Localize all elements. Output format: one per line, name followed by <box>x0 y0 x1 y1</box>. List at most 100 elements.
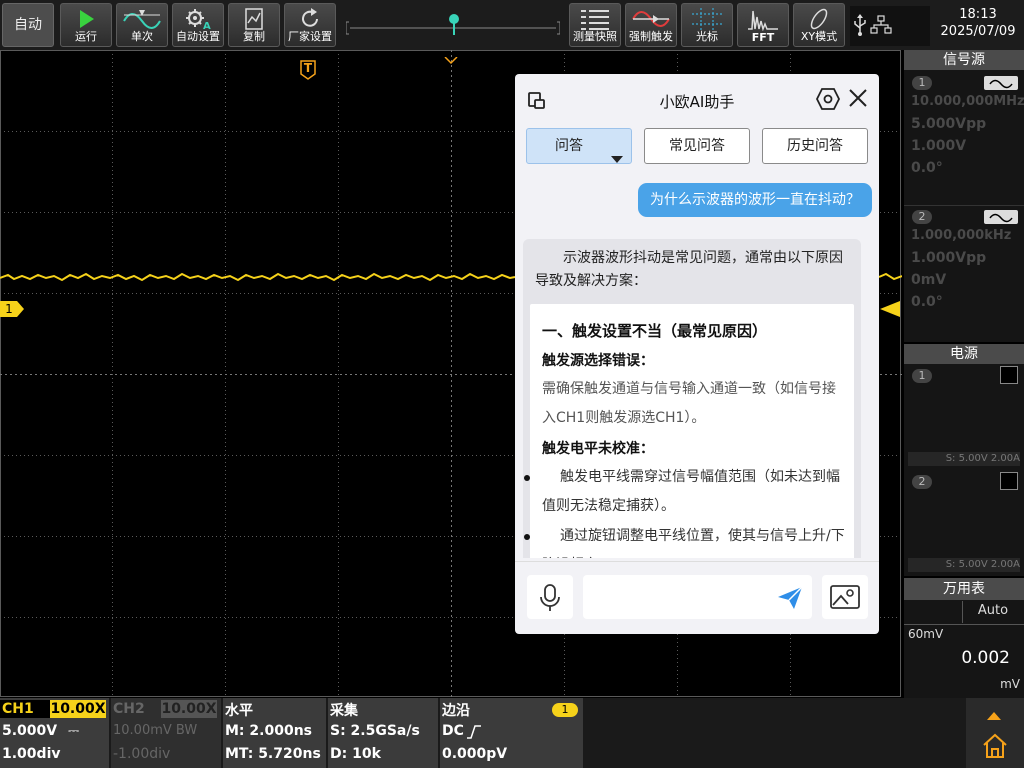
source2-phase: 0.0° <box>911 294 943 310</box>
tab-faq[interactable]: 常见问答 <box>644 128 750 164</box>
divider <box>515 561 879 562</box>
bottom-status-bar: CH1 10.00X 5.000V ⎓ 1.00div CH2 10.00X 1… <box>0 698 1024 768</box>
meter-value: 0.002 <box>961 648 1010 668</box>
clock: 18:13 2025/07/09 <box>936 6 1020 46</box>
run-button[interactable]: 运行 <box>60 3 112 47</box>
horizontal-block[interactable]: 水平 M: 2.000ns MT: 5.720ns <box>223 698 326 768</box>
close-icon[interactable] <box>848 88 868 112</box>
trigger-position-marker[interactable]: T <box>300 60 316 80</box>
force-trigger-button[interactable]: 强制触发 <box>625 3 677 47</box>
ch1-block[interactable]: CH1 10.00X 5.000V ⎓ 1.00div <box>0 698 109 768</box>
power2-number[interactable]: 2 <box>912 475 932 489</box>
microphone-icon <box>539 584 561 616</box>
bullet-item: 通过旋钮调整电平线位置，使其与信号上升/下降沿相交。 <box>524 522 846 558</box>
acquire-sample-rate: S: 2.5GSa/s <box>330 723 420 739</box>
ch1-waveform-tail <box>878 272 903 281</box>
measure-snapshot-button[interactable]: 测量快照 <box>569 3 621 47</box>
factory-settings-button[interactable]: 厂家设置 <box>284 3 336 47</box>
spectrum-icon <box>738 7 788 32</box>
meter-unit: mV <box>1000 677 1020 691</box>
meter-range: 60mV <box>908 627 944 641</box>
ch2-probe: 10.00X <box>161 700 217 718</box>
chevron-up-icon[interactable] <box>987 705 1001 724</box>
bullet-dot <box>524 475 530 481</box>
source1-offset: 1.000V <box>911 138 967 154</box>
chevron-down-icon <box>611 143 623 177</box>
ch1-offset-marker[interactable]: 1 <box>0 301 24 317</box>
power1-number[interactable]: 1 <box>912 369 932 383</box>
settings-hexagon-icon[interactable] <box>815 88 841 114</box>
power2-toggle[interactable] <box>1000 472 1018 490</box>
subheading-trigger-level: 触发电平未校准： <box>542 441 654 457</box>
message-input[interactable] <box>583 575 812 619</box>
divider <box>904 624 1024 625</box>
trigger-level: 0.000pV <box>442 746 508 762</box>
auto-button[interactable]: 自动 <box>2 3 54 47</box>
home-area <box>966 698 1024 768</box>
single-label: 单次 <box>131 30 153 43</box>
window-mode-icon[interactable] <box>527 91 547 115</box>
power2-setting: S: 5.00V 2.00A <box>908 558 1020 572</box>
source1-number[interactable]: 1 <box>912 76 932 90</box>
source1-phase: 0.0° <box>911 160 943 176</box>
source2-number[interactable]: 2 <box>912 210 932 224</box>
home-icon[interactable] <box>981 732 1009 764</box>
chat-scroll-area[interactable]: 示波器波形抖动是常见问题，通常由以下原因导致及解决方案： 一、触发设置不当（最常… <box>523 239 861 558</box>
cursor-button[interactable]: 光标 <box>681 3 733 47</box>
horizontal-center-marker <box>444 50 458 69</box>
horizontal-m: M: 2.000ns <box>225 723 312 739</box>
measure-label: 测量快照 <box>573 30 617 43</box>
power1-toggle[interactable] <box>1000 366 1018 384</box>
trigger-marker-label: T <box>303 61 313 75</box>
xy-label: XY模式 <box>800 30 838 43</box>
image-upload-button[interactable] <box>822 575 868 619</box>
ch1-coupling-icon: ⎓ <box>68 723 80 739</box>
trigger-source-badge: 1 <box>552 703 578 717</box>
source1-frequency: 10.000,000MHz <box>911 94 1024 109</box>
usb-icon <box>852 14 868 40</box>
trigger-coupling: DC <box>442 723 464 739</box>
image-icon <box>830 583 860 615</box>
run-label: 运行 <box>75 30 97 43</box>
sine-wave-icon[interactable] <box>984 76 1018 90</box>
single-button[interactable]: 单次 <box>116 3 168 47</box>
meter-mode[interactable]: Auto <box>964 603 1022 618</box>
tab-history[interactable]: 历史问答 <box>762 128 868 164</box>
ch2-name: CH2 <box>113 701 145 717</box>
trigger-title: 边沿 <box>442 703 470 719</box>
source2-amplitude: 1.000Vpp <box>911 250 987 266</box>
bullet-text: 触发电平线需穿过信号幅值范围（如未达到幅值则无法稳定捕获）。 <box>542 469 840 514</box>
autoset-button[interactable]: A 自动设置 <box>172 3 224 47</box>
factory-label: 厂家设置 <box>288 30 332 43</box>
divider <box>962 601 963 623</box>
trigger-block[interactable]: 边沿 1 DC 0.000pV <box>440 698 583 768</box>
ch2-block[interactable]: CH2 10.00X 10.00mV BW -1.00div <box>111 698 221 768</box>
user-message-bubble: 为什么示波器的波形一直在抖动？ <box>638 183 872 217</box>
multimeter-panel: 万用表 Auto 60mV 0.002 mV <box>904 578 1024 698</box>
ch1-marker-label: 1 <box>5 302 13 316</box>
subheading-trigger-source: 触发源选择错误： <box>542 353 654 369</box>
fft-label: FFT <box>751 31 775 44</box>
fft-button[interactable]: FFT <box>737 3 789 47</box>
trigger-level-marker[interactable] <box>880 301 900 321</box>
acquire-depth: D: 10k <box>330 746 381 762</box>
tab-qa[interactable]: 问答 <box>526 128 632 164</box>
power1-setting: S: 5.00V 2.00A <box>908 452 1020 466</box>
assistant-reply-bubble: 示波器波形抖动是常见问题，通常由以下原因导致及解决方案： 一、触发设置不当（最常… <box>523 239 861 558</box>
connectivity-area <box>850 6 930 46</box>
voice-input-button[interactable] <box>527 575 573 619</box>
source-header: 信号源 <box>904 50 1024 70</box>
tab-qa-label: 问答 <box>555 138 583 154</box>
slider-handle[interactable] <box>448 13 460 35</box>
send-icon[interactable] <box>777 586 803 614</box>
trigger-source-text: 需确保触发通道与信号输入通道一致（如信号接入CH1则触发源选CH1）。 <box>542 381 836 426</box>
source1-amplitude: 5.000Vpp <box>911 116 987 132</box>
xy-mode-button[interactable]: XY模式 <box>793 3 845 47</box>
copy-button[interactable]: 复制 <box>228 3 280 47</box>
ch1-scale: 5.000V <box>2 723 58 739</box>
acquire-block[interactable]: 采集 S: 2.5GSa/s D: 10k <box>328 698 438 768</box>
sine-wave-icon[interactable] <box>984 210 1018 224</box>
ch1-waveform <box>0 272 516 282</box>
ch2-scale: 10.00mV BW <box>113 723 198 738</box>
reply-intro: 示波器波形抖动是常见问题，通常由以下原因导致及解决方案： <box>535 250 843 289</box>
